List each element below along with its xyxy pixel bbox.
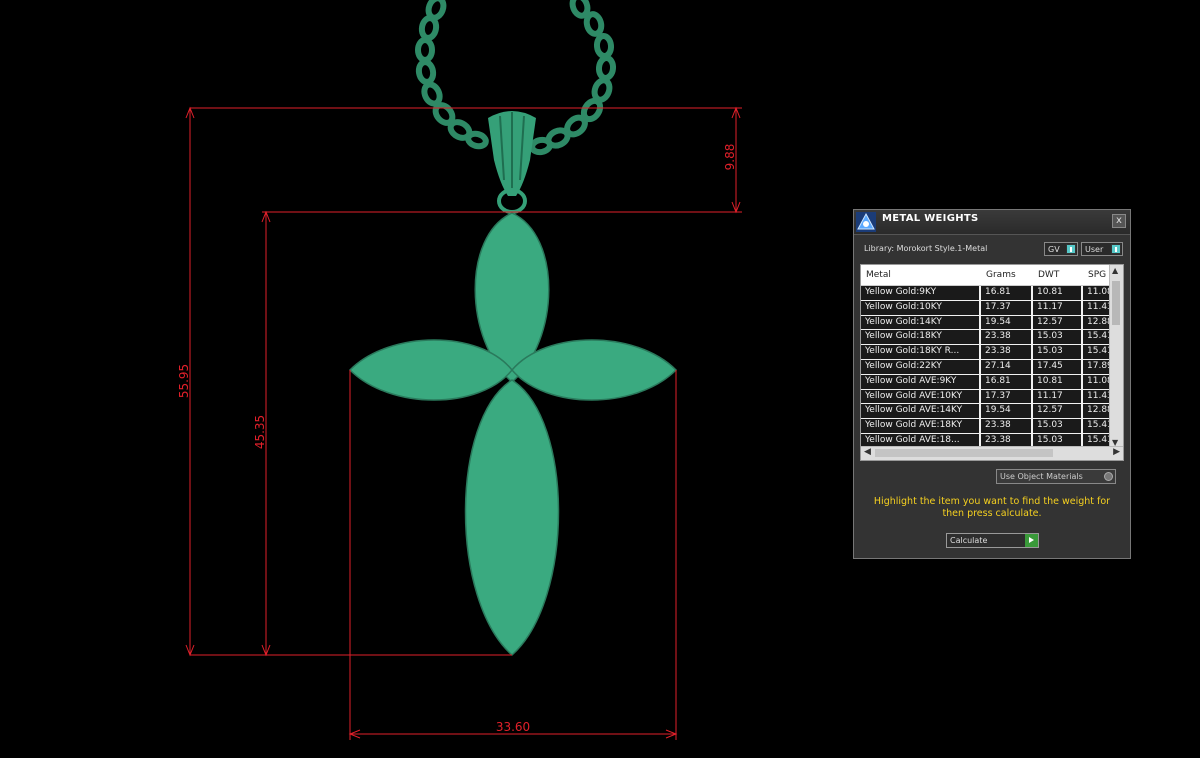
cell-metal: Yellow Gold:9KY [861, 286, 979, 300]
bail [488, 111, 536, 214]
vertical-scrollbar[interactable]: ▲ ▼ [1109, 265, 1123, 448]
dim-cross-height: 45.35 [253, 415, 267, 449]
app-logo-icon [856, 212, 876, 232]
cell-dwt: 10.81 [1033, 286, 1081, 300]
scroll-right-icon[interactable]: ▶ [1113, 447, 1120, 457]
cell-dwt: 17.45 [1033, 359, 1081, 374]
cell-spg: 15.41 [1083, 419, 1111, 433]
cell-grams: 16.81 [981, 286, 1031, 300]
metal-weights-panel: METAL WEIGHTS x Library: Morokort Style.… [853, 209, 1131, 559]
panel-title: METAL WEIGHTS [882, 213, 979, 224]
cell-grams: 27.14 [981, 359, 1031, 374]
play-icon [1025, 534, 1038, 547]
table-body: Yellow Gold:9KY 16.81 10.81 11.08 Yellow Gol… [861, 286, 1111, 449]
cell-metal: Yellow Gold:14KY [861, 315, 979, 330]
cell-dwt: 15.03 [1033, 419, 1081, 433]
cell-grams: 23.38 [981, 330, 1031, 345]
library-label: Library: Morokort Style.1-Metal [864, 244, 988, 253]
cell-dwt: 10.81 [1033, 374, 1081, 389]
dim-width: 33.60 [496, 720, 530, 734]
cell-spg: 12.88 [1083, 315, 1111, 330]
cell-metal: Yellow Gold AVE:18KY [861, 419, 979, 433]
user-toggle[interactable]: User [1081, 242, 1123, 256]
column-header-grams[interactable]: Grams [981, 265, 1033, 285]
dimension-lines [185, 106, 742, 740]
table-row[interactable]: Yellow Gold AVE:18KY 23.38 15.03 15.41 [861, 419, 1111, 434]
gv-toggle[interactable]: GV [1044, 242, 1078, 256]
table-row[interactable]: Yellow Gold:10KY 17.37 11.17 11.43 [861, 300, 1111, 316]
cell-spg: 11.43 [1083, 389, 1111, 404]
panel-titlebar[interactable]: METAL WEIGHTS x [854, 210, 1130, 235]
gv-toggle-icon [1066, 244, 1076, 254]
horizontal-scrollbar[interactable]: ◀ ▶ [861, 446, 1123, 460]
cell-metal: Yellow Gold:10KY [861, 300, 979, 315]
scroll-up-icon[interactable]: ▲ [1112, 266, 1118, 275]
cell-spg: 12.88 [1083, 404, 1111, 419]
use-object-materials-label: Use Object Materials [1000, 472, 1083, 481]
cell-grams: 19.54 [981, 315, 1031, 330]
radio-icon [1104, 472, 1113, 481]
table-row[interactable]: Yellow Gold AVE:14KY 19.54 12.57 12.88 [861, 404, 1111, 419]
cell-spg: 11.08 [1083, 286, 1111, 300]
use-object-materials-dropdown[interactable]: Use Object Materials [996, 469, 1116, 484]
cell-grams: 17.37 [981, 389, 1031, 404]
cell-metal: Yellow Gold:22KY [861, 359, 979, 374]
cell-spg: 11.43 [1083, 300, 1111, 315]
table-row[interactable]: Yellow Gold AVE:9KY 16.81 10.81 11.08 [861, 374, 1111, 390]
column-header-spg[interactable]: SPG [1083, 265, 1111, 285]
table-row[interactable]: Yellow Gold:18KY R... 23.38 15.03 15.41 [861, 345, 1111, 360]
cell-spg: 15.41 [1083, 345, 1111, 359]
cell-grams: 23.38 [981, 419, 1031, 433]
table-row[interactable]: Yellow Gold AVE:10KY 17.37 11.17 11.43 [861, 389, 1111, 405]
vertical-scroll-thumb[interactable] [1112, 281, 1120, 325]
hint-text: Highlight the item you want to find the … [873, 496, 1111, 519]
cell-metal: Yellow Gold AVE:9KY [861, 374, 979, 389]
horizontal-scroll-thumb[interactable] [875, 449, 1053, 457]
close-icon: x [1116, 215, 1122, 226]
column-header-dwt[interactable]: DWT [1033, 265, 1083, 285]
cell-spg: 15.41 [1083, 330, 1111, 345]
column-header-metal[interactable]: Metal [861, 265, 981, 285]
cell-grams: 16.81 [981, 374, 1031, 389]
close-button[interactable]: x [1112, 214, 1126, 228]
cell-dwt: 15.03 [1033, 345, 1081, 359]
cell-dwt: 11.17 [1033, 300, 1081, 315]
dim-total-height: 55.95 [177, 364, 191, 398]
calculate-label: Calculate [950, 536, 988, 545]
dim-bail-height: 9.88 [723, 144, 737, 171]
cell-dwt: 12.57 [1033, 404, 1081, 419]
cell-grams: 23.38 [981, 345, 1031, 359]
cell-metal: Yellow Gold AVE:14KY [861, 404, 979, 419]
gv-toggle-label: GV [1048, 245, 1060, 254]
table-row[interactable]: Yellow Gold:9KY 16.81 10.81 11.08 [861, 286, 1111, 301]
cell-spg: 17.89 [1083, 359, 1111, 374]
cell-dwt: 11.17 [1033, 389, 1081, 404]
scroll-left-icon[interactable]: ◀ [864, 447, 871, 457]
table-row[interactable]: Yellow Gold:18KY 23.38 15.03 15.41 [861, 330, 1111, 345]
table-header: Metal Grams DWT SPG [861, 265, 1111, 286]
metal-table: Metal Grams DWT SPG Yellow Gold:9KY 16.81… [860, 264, 1124, 461]
user-toggle-label: User [1085, 245, 1104, 254]
table-row[interactable]: Yellow Gold:14KY 19.54 12.57 12.88 [861, 315, 1111, 331]
cell-spg: 11.08 [1083, 374, 1111, 389]
calculate-button[interactable]: Calculate [946, 533, 1039, 548]
table-row[interactable]: Yellow Gold:22KY 27.14 17.45 17.89 [861, 359, 1111, 375]
user-toggle-icon [1111, 244, 1121, 254]
cell-dwt: 15.03 [1033, 330, 1081, 345]
cell-grams: 19.54 [981, 404, 1031, 419]
cell-metal: Yellow Gold AVE:10KY [861, 389, 979, 404]
cell-grams: 17.37 [981, 300, 1031, 315]
cell-metal: Yellow Gold:18KY R... [861, 345, 979, 359]
cell-metal: Yellow Gold:18KY [861, 330, 979, 345]
cell-dwt: 12.57 [1033, 315, 1081, 330]
cross-pendant [348, 212, 678, 657]
